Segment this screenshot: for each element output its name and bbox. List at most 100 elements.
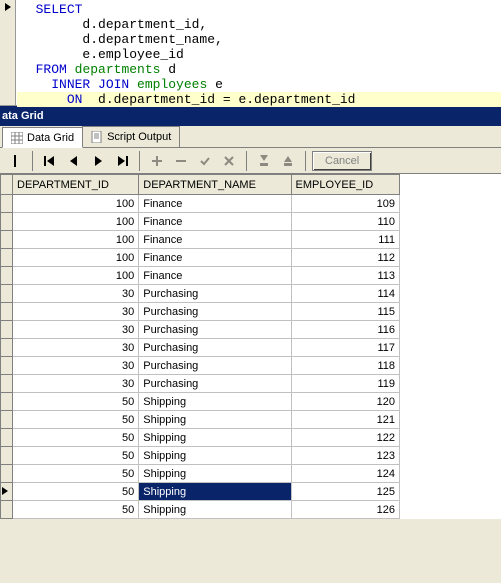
col-department-id[interactable]: DEPARTMENT_ID <box>13 175 139 195</box>
cell-dept-id[interactable]: 100 <box>13 195 139 213</box>
row-indicator[interactable] <box>1 267 13 285</box>
cell-emp-id[interactable]: 116 <box>291 321 399 339</box>
cell-dept-id[interactable]: 50 <box>13 411 139 429</box>
col-department-name[interactable]: DEPARTMENT_NAME <box>139 175 291 195</box>
sql-code[interactable]: SELECT d.department_id, d.department_nam… <box>20 2 355 107</box>
cell-dept-id[interactable]: 100 <box>13 267 139 285</box>
cell-emp-id[interactable]: 123 <box>291 447 399 465</box>
cell-dept-id[interactable]: 50 <box>13 465 139 483</box>
cell-emp-id[interactable]: 126 <box>291 501 399 519</box>
row-indicator[interactable] <box>1 339 13 357</box>
delete-record-button[interactable] <box>170 150 192 172</box>
row-indicator[interactable] <box>1 321 13 339</box>
table-row[interactable]: 100Finance113 <box>1 267 400 285</box>
cell-dept-id[interactable]: 30 <box>13 303 139 321</box>
table-row[interactable]: 50Shipping121 <box>1 411 400 429</box>
tab-data-grid[interactable]: Data Grid <box>2 127 83 148</box>
cell-dept-name[interactable]: Finance <box>139 249 291 267</box>
row-indicator[interactable] <box>1 213 13 231</box>
cell-emp-id[interactable]: 113 <box>291 267 399 285</box>
cell-dept-id[interactable]: 100 <box>13 249 139 267</box>
cell-dept-name[interactable]: Shipping <box>139 447 291 465</box>
cell-emp-id[interactable]: 117 <box>291 339 399 357</box>
table-row[interactable]: 50Shipping124 <box>1 465 400 483</box>
row-indicator[interactable] <box>1 249 13 267</box>
last-record-button[interactable] <box>111 150 133 172</box>
cell-emp-id[interactable]: 110 <box>291 213 399 231</box>
cell-dept-name[interactable]: Purchasing <box>139 375 291 393</box>
cell-dept-id[interactable]: 50 <box>13 429 139 447</box>
table-row[interactable]: 30Purchasing117 <box>1 339 400 357</box>
cell-dept-name[interactable]: Purchasing <box>139 357 291 375</box>
row-indicator[interactable] <box>1 375 13 393</box>
row-header-corner[interactable] <box>1 175 13 195</box>
cell-dept-id[interactable]: 30 <box>13 357 139 375</box>
table-row[interactable]: 50Shipping126 <box>1 501 400 519</box>
row-indicator[interactable] <box>1 303 13 321</box>
cancel-edit-button[interactable] <box>218 150 240 172</box>
cell-emp-id[interactable]: 124 <box>291 465 399 483</box>
pipe-icon[interactable] <box>4 150 26 172</box>
data-grid[interactable]: DEPARTMENT_ID DEPARTMENT_NAME EMPLOYEE_I… <box>0 174 501 519</box>
table-row[interactable]: 30Purchasing115 <box>1 303 400 321</box>
table-row[interactable]: 100Finance112 <box>1 249 400 267</box>
cell-emp-id[interactable]: 109 <box>291 195 399 213</box>
table-row[interactable]: 30Purchasing119 <box>1 375 400 393</box>
row-indicator[interactable] <box>1 357 13 375</box>
cell-emp-id[interactable]: 111 <box>291 231 399 249</box>
cell-dept-id[interactable]: 50 <box>13 447 139 465</box>
cell-dept-id[interactable]: 30 <box>13 339 139 357</box>
export-button[interactable] <box>253 150 275 172</box>
cell-dept-id[interactable]: 50 <box>13 483 139 501</box>
col-employee-id[interactable]: EMPLOYEE_ID <box>291 175 399 195</box>
cell-emp-id[interactable]: 115 <box>291 303 399 321</box>
cell-emp-id[interactable]: 114 <box>291 285 399 303</box>
row-indicator[interactable] <box>1 429 13 447</box>
table-row[interactable]: 50Shipping125 <box>1 483 400 501</box>
row-indicator[interactable] <box>1 285 13 303</box>
row-indicator[interactable] <box>1 483 13 501</box>
table-row[interactable]: 50Shipping123 <box>1 447 400 465</box>
cell-dept-name[interactable]: Finance <box>139 213 291 231</box>
post-edit-button[interactable] <box>194 150 216 172</box>
table-row[interactable]: 30Purchasing114 <box>1 285 400 303</box>
cell-dept-name[interactable]: Shipping <box>139 483 291 501</box>
sql-editor[interactable]: SELECT d.department_id, d.department_nam… <box>0 0 501 106</box>
import-button[interactable] <box>277 150 299 172</box>
cell-dept-name[interactable]: Finance <box>139 267 291 285</box>
cell-dept-id[interactable]: 30 <box>13 375 139 393</box>
cell-dept-id[interactable]: 30 <box>13 285 139 303</box>
row-indicator[interactable] <box>1 231 13 249</box>
cell-dept-name[interactable]: Purchasing <box>139 321 291 339</box>
cell-emp-id[interactable]: 112 <box>291 249 399 267</box>
cell-dept-name[interactable]: Purchasing <box>139 303 291 321</box>
table-row[interactable]: 100Finance109 <box>1 195 400 213</box>
cell-emp-id[interactable]: 118 <box>291 357 399 375</box>
cell-emp-id[interactable]: 120 <box>291 393 399 411</box>
tab-script-output[interactable]: Script Output <box>82 126 180 147</box>
prev-record-button[interactable] <box>63 150 85 172</box>
cell-dept-name[interactable]: Shipping <box>139 393 291 411</box>
first-record-button[interactable] <box>39 150 61 172</box>
table-row[interactable]: 100Finance110 <box>1 213 400 231</box>
cell-dept-name[interactable]: Purchasing <box>139 339 291 357</box>
cell-emp-id[interactable]: 121 <box>291 411 399 429</box>
row-indicator[interactable] <box>1 501 13 519</box>
cell-dept-name[interactable]: Shipping <box>139 411 291 429</box>
row-indicator[interactable] <box>1 195 13 213</box>
insert-record-button[interactable] <box>146 150 168 172</box>
cell-dept-id[interactable]: 50 <box>13 393 139 411</box>
cell-dept-name[interactable]: Shipping <box>139 429 291 447</box>
table-row[interactable]: 50Shipping120 <box>1 393 400 411</box>
table-row[interactable]: 50Shipping122 <box>1 429 400 447</box>
row-indicator[interactable] <box>1 465 13 483</box>
row-indicator[interactable] <box>1 393 13 411</box>
cell-dept-id[interactable]: 50 <box>13 501 139 519</box>
cell-dept-name[interactable]: Finance <box>139 231 291 249</box>
cell-dept-id[interactable]: 30 <box>13 321 139 339</box>
cell-dept-id[interactable]: 100 <box>13 213 139 231</box>
table-row[interactable]: 100Finance111 <box>1 231 400 249</box>
cell-dept-id[interactable]: 100 <box>13 231 139 249</box>
cell-dept-name[interactable]: Finance <box>139 195 291 213</box>
row-indicator[interactable] <box>1 447 13 465</box>
